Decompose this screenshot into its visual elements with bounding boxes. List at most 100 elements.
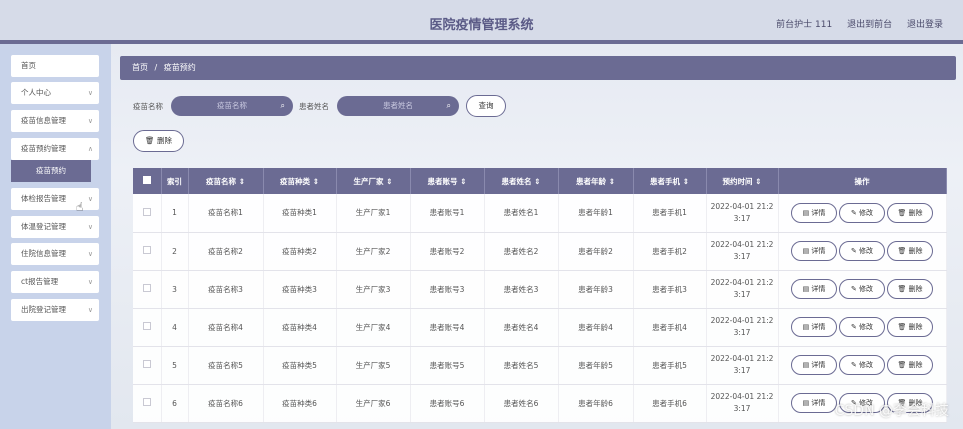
mouse-cursor-icon: ☝ [76,200,84,214]
vaccine-name-input[interactable]: 疫苗名称 ⌕ [171,96,293,116]
index-cell: 3 [161,270,189,309]
to-frontend-link[interactable]: 退出到前台 [847,20,892,30]
column-header: 索引 [161,168,189,194]
column-header[interactable]: 患者年龄 ⇕ [558,168,634,194]
row-select-cell[interactable] [133,384,162,423]
header-links: 前台护士 111 退出到前台 退出登录 [764,17,943,30]
sidebar-item-label: 体温登记管理 [21,222,66,231]
operations-cell: ▤ 详情 ✎ 修改 🗑 删除 [778,308,947,347]
maker-cell: 生产厂家1 [336,194,411,233]
row-checkbox[interactable] [142,322,151,330]
sidebar-item-checkup-report[interactable]: 体检报告管理 ∨ [11,188,99,210]
phone-cell: 患者手机2 [633,232,707,271]
appointment-time-cell: 2022-04-01 21:2 3:17 [706,308,779,347]
detail-button[interactable]: ▤ 详情 [791,355,837,375]
row-checkbox[interactable] [142,207,151,216]
detail-button[interactable]: ▤ 详情 [791,241,837,261]
sidebar-item-temperature[interactable]: 体温登记管理 ∨ [11,216,99,238]
trash-icon: 🗑 [897,208,907,217]
time-line: 2022-04-01 21:2 [710,278,774,287]
column-header[interactable]: 生产厂家 ⇕ [336,168,411,194]
row-select-cell[interactable] [133,308,162,347]
pencil-icon: ✎ [850,323,857,331]
edit-button[interactable]: ✎ 修改 [839,241,885,261]
vaccine-type-cell: 疫苗种类5 [263,346,337,385]
chevron-up-icon: ∧ [87,145,93,153]
sidebar-item-profile[interactable]: 个人中心 ∨ [11,82,99,104]
time-line: 2022-04-01 21:2 [710,354,774,363]
row-checkbox[interactable] [142,398,151,406]
edit-button[interactable]: ✎ 修改 [839,202,885,223]
vaccine-name-cell: 疫苗名称3 [188,270,264,309]
select-all-checkbox[interactable] [142,176,151,184]
table-row: 5 疫苗名称5 疫苗种类5 生产厂家5 患者账号5 患者姓名5 患者年龄5 患者手机5 2022… [133,346,947,385]
column-header[interactable]: 患者姓名 ⇕ [484,168,559,194]
column-header[interactable]: 患者手机 ⇕ [633,168,707,194]
row-select-cell[interactable] [133,270,162,309]
sidebar-item-label: 个人中心 [21,88,51,97]
trash-icon: 🗑 [897,285,907,293]
sidebar-item-vaccine-info[interactable]: 疫苗信息管理 ∨ [11,110,99,132]
breadcrumb-home[interactable]: 首页 [132,63,148,72]
sidebar-item-inpatient[interactable]: 住院信息管理 ∨ [11,243,99,265]
sidebar-item-home[interactable]: 首页 [11,55,99,77]
detail-button[interactable]: ▤ 详情 [791,202,837,223]
submenu-item-vaccine-booking[interactable]: 疫苗预约 [11,160,91,182]
row-select-cell[interactable] [133,194,162,233]
sidebar: 首页 个人中心 ∨ 疫苗信息管理 ∨ 疫苗预约管理 ∧ 疫苗预约 体检报告管理 … [0,44,111,429]
column-header[interactable]: 患者账号 ⇕ [410,168,485,194]
sidebar-item-label: 出院登记管理 [21,305,66,314]
select-all-header[interactable] [133,168,162,194]
delete-button[interactable]: 🗑 删除 [887,202,933,223]
operations-cell: ▤ 详情 ✎ 修改 🗑 删除 [778,270,947,309]
breadcrumb: 首页 / 疫苗预约 [120,56,956,80]
phone-cell: 患者手机4 [633,308,707,347]
phone-cell: 患者手机6 [633,384,707,423]
chevron-down-icon: ∨ [87,278,93,286]
column-header[interactable]: 疫苗种类 ⇕ [263,168,337,194]
vaccine-name-label: 疫苗名称 [133,102,163,111]
sidebar-item-vaccine-booking[interactable]: 疫苗预约管理 ∧ [11,138,99,160]
column-header[interactable]: 疫苗名称 ⇕ [188,168,264,194]
maker-cell: 生产厂家4 [336,308,411,347]
operations-cell: ▤ 详情 ✎ 修改 🗑 删除 [778,232,947,271]
delete-button[interactable]: 🗑 删除 [887,241,933,261]
name-cell: 患者姓名1 [484,194,559,233]
appointment-time-cell: 2022-04-01 21:2 3:17 [706,384,779,423]
column-header[interactable]: 预约时间 ⇕ [706,168,779,194]
edit-button[interactable]: ✎ 修改 [839,317,885,337]
detail-button[interactable]: ▤ 详情 [791,279,837,299]
edit-button[interactable]: ✎ 修改 [839,355,885,375]
logout-link[interactable]: 退出登录 [907,20,943,30]
sidebar-item-label: 体检报告管理 [21,194,66,203]
detail-button[interactable]: ▤ 详情 [791,317,837,337]
row-checkbox[interactable] [142,284,151,292]
delete-button[interactable]: 🗑 删除 [887,355,933,375]
sidebar-item-discharge[interactable]: 出院登记管理 ∨ [11,299,99,321]
query-button[interactable]: 查询 [466,95,506,117]
row-select-cell[interactable] [133,346,162,385]
name-cell: 患者姓名4 [484,308,559,347]
pencil-icon: ✎ [850,247,857,255]
vaccine-type-cell: 疫苗种类2 [263,232,337,271]
time-line: 2022-04-01 21:2 [710,240,774,249]
detail-button[interactable]: ▤ 详情 [791,393,837,413]
maker-cell: 生产厂家2 [336,232,411,271]
delete-button[interactable]: 🗑 删除 [887,279,933,299]
vaccine-type-cell: 疫苗种类6 [263,384,337,423]
patient-name-input[interactable]: 患者姓名 ⌕ [337,96,459,116]
delete-button[interactable]: 🗑 删除 [887,317,933,337]
phone-cell: 患者手机1 [633,194,707,233]
row-checkbox[interactable] [142,246,151,254]
maker-cell: 生产厂家3 [336,270,411,309]
batch-delete-button[interactable]: 🗑 删除 [133,130,184,152]
sidebar-item-ct-report[interactable]: ct报告管理 ∨ [11,271,99,293]
appointment-time-cell: 2022-04-01 21:2 3:17 [706,232,779,271]
edit-button[interactable]: ✎ 修改 [839,279,885,299]
sidebar-item-label: ct报告管理 [21,277,59,286]
index-cell: 4 [161,308,189,347]
row-select-cell[interactable] [133,232,162,271]
time-line: 3:17 [733,213,751,223]
row-checkbox[interactable] [142,360,151,368]
index-cell: 6 [161,384,189,423]
